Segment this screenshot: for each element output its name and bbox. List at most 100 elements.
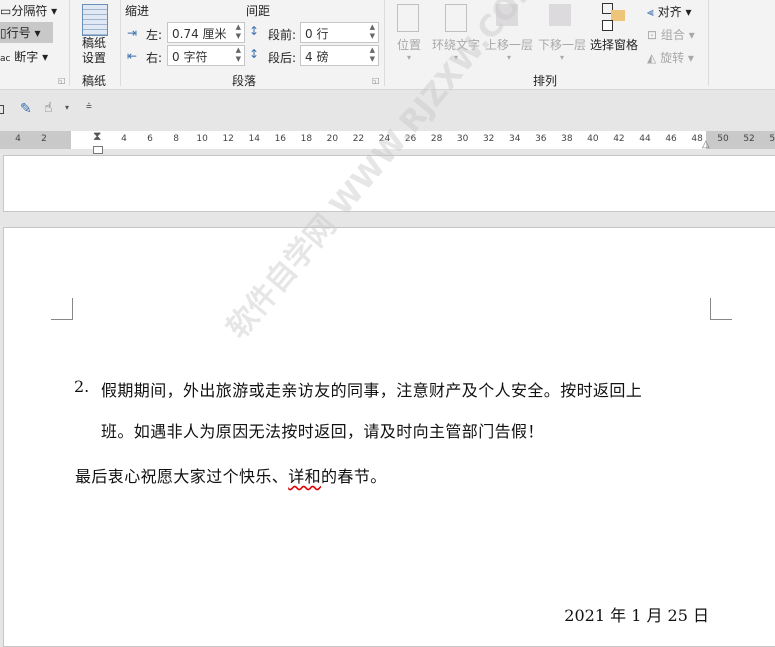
breaks-button[interactable]: ▭分隔符 ▾: [0, 2, 57, 19]
ruler-tick-label: 36: [535, 134, 547, 144]
page-setup-launcher-icon[interactable]: ◱: [58, 76, 66, 85]
ruler-left-margin: [0, 131, 71, 149]
spacing-after-input[interactable]: 4 磅 ▲ ▼: [300, 45, 379, 66]
indent-left-label: 左:: [146, 28, 163, 42]
ruler-tick-label: 8: [173, 134, 179, 144]
ruler-tick-label: 52: [743, 134, 755, 144]
spacing-before-value: 0 行: [305, 27, 329, 41]
position-label: 位置: [397, 38, 422, 52]
closing-text: 最后衷心祝愿大家过个快乐、: [75, 467, 289, 486]
paragraph-line: 班。如遇非人为原因无法按时返回，请及时向主管部门告假！: [101, 422, 544, 441]
indent-left-icon: ⇥: [127, 26, 138, 40]
position-button[interactable]: 位置 ▾: [397, 36, 421, 62]
send-backward-icon: [549, 4, 571, 26]
manuscript-btn-line1: 稿纸: [82, 36, 107, 50]
position-icon: [397, 4, 419, 32]
manuscript-btn-line2: 设置: [82, 51, 107, 65]
edit-icon[interactable]: ✎: [20, 101, 32, 117]
spacing-before-input[interactable]: 0 行 ▲ ▼: [300, 22, 379, 43]
ruler-tick-label: 30: [456, 134, 469, 144]
spin-arrows-icon[interactable]: ▲ ▼: [370, 46, 375, 64]
touch-mode-icon[interactable]: ☝: [44, 100, 53, 116]
spacing-before-label: 段前:: [268, 28, 297, 42]
ruler-tick-label: 4: [15, 134, 21, 144]
dropdown-icon[interactable]: ▾: [65, 103, 69, 112]
ruler-tick-label: 34: [509, 134, 521, 144]
ruler-tick-label: 6: [147, 134, 153, 144]
ruler-tick-label: 16: [274, 134, 287, 144]
line-numbers-button[interactable]: ▯行号 ▾: [0, 22, 53, 43]
breaks-label: 分隔符: [11, 4, 48, 18]
ruler-tick-label: 18: [300, 134, 313, 144]
spacing-after-label: 段后:: [268, 51, 297, 65]
spin-arrows-icon[interactable]: ▲ ▼: [370, 23, 375, 41]
indent-title: 缩进: [125, 4, 150, 18]
group-icon: ⊡: [647, 28, 658, 42]
ruler-tick-label: 20: [326, 134, 339, 144]
right-indent-marker-icon[interactable]: △: [702, 139, 710, 150]
date-line: 2021 年 1 月 25 日: [564, 606, 709, 625]
rotate-icon: ◭: [647, 51, 657, 65]
indent-marker-icon[interactable]: ⧗: [93, 129, 101, 144]
align-label: 对齐: [657, 5, 682, 19]
customize-toolbar-icon[interactable]: ⩮: [86, 101, 92, 112]
manuscript-group-label: 稿纸: [82, 74, 107, 88]
ruler-tick-label: 44: [639, 134, 651, 144]
spacing-title: 间距: [246, 4, 271, 18]
ruler-tick-label: 28: [430, 134, 443, 144]
indent-right-value: 0 字符: [172, 50, 208, 64]
ruler-tick-label: 2: [41, 134, 47, 144]
ruler-tick-label: 46: [665, 134, 677, 144]
paragraph-launcher-icon[interactable]: ◱: [372, 76, 380, 85]
ruler-tick-label: 40: [587, 134, 599, 144]
spin-arrows-icon[interactable]: ▲ ▼: [236, 23, 241, 41]
hyphenation-label: 断字: [14, 50, 39, 64]
ruler-tick-label: 12: [222, 134, 234, 144]
group-label: 组合: [660, 28, 685, 42]
closing-text: 的春节。: [321, 467, 387, 486]
spelling-error[interactable]: 详和: [288, 467, 321, 486]
indent-left-input[interactable]: 0.74 厘米 ▲ ▼: [167, 22, 245, 43]
indent-right-icon: ⇤: [127, 49, 138, 63]
selection-pane-button[interactable]: 选择窗格: [590, 36, 638, 53]
list-number: 2.: [74, 377, 90, 396]
page-icon[interactable]: [0, 105, 4, 114]
ruler-tick-label: 42: [613, 134, 625, 144]
manuscript-settings-button[interactable]: 稿纸 设置: [82, 36, 106, 66]
ruler-tick-label: 10: [196, 134, 208, 144]
arrange-group-label: 排列: [533, 74, 558, 88]
paragraph-group-label: 段落: [232, 74, 257, 88]
manuscript-icon: [82, 4, 108, 36]
group-button[interactable]: ⊡ 组合 ▾: [647, 26, 695, 43]
left-indent-handle[interactable]: [93, 146, 103, 154]
spacing-after-icon: ↕: [249, 47, 260, 61]
ruler-tick-label: 54: [769, 134, 775, 144]
selection-pane-icon: [602, 3, 628, 31]
ruler-tick-label: 32: [482, 134, 495, 144]
rotate-label: 旋转: [660, 51, 685, 65]
margin-corner-left: [51, 298, 73, 320]
paragraph-line: 假期期间，外出旅游或走亲访友的同事，注意财产及个人安全。按时返回上: [101, 381, 643, 400]
margin-corner-right: [710, 298, 732, 320]
indent-right-label: 右:: [146, 51, 163, 65]
align-icon: ⫷: [647, 5, 654, 19]
closing-line: 最后衷心祝愿大家过个快乐、详和的春节。: [75, 463, 387, 487]
send-backward-label: 下移一层: [538, 38, 587, 52]
align-button[interactable]: ⫷ 对齐 ▾: [647, 3, 691, 20]
ruler-tick-label: 4: [121, 134, 127, 144]
spacing-before-icon: ↕: [249, 24, 260, 38]
indent-right-input[interactable]: 0 字符 ▲ ▼: [167, 45, 245, 66]
ruler-tick-label: 14: [248, 134, 260, 144]
rotate-button[interactable]: ◭ 旋转 ▾: [647, 49, 694, 66]
line-numbers-label: 行号: [6, 26, 31, 40]
send-backward-button[interactable]: 下移一层 ▾: [538, 36, 586, 62]
hyphenation-button[interactable]: ac 断字 ▾: [0, 48, 48, 65]
ribbon: ▭分隔符 ▾ ▯行号 ▾ ac 断字 ▾ ◱ 稿纸 设置 稿纸 缩进 间距 ⇥ 左…: [0, 0, 775, 90]
ruler-tick-label: 50: [717, 134, 729, 144]
spacing-after-value: 4 磅: [305, 50, 329, 64]
spin-arrows-icon[interactable]: ▲ ▼: [236, 46, 241, 64]
hyphenation-icon: ac: [0, 54, 11, 64]
ruler-tick-label: 38: [561, 134, 573, 144]
indent-left-value: 0.74 厘米: [172, 27, 227, 41]
document-page[interactable]: 软件自学网 WWW.RJZXW.COM 2. 假期期间，外出旅游或走亲访友的同事…: [3, 0, 775, 647]
